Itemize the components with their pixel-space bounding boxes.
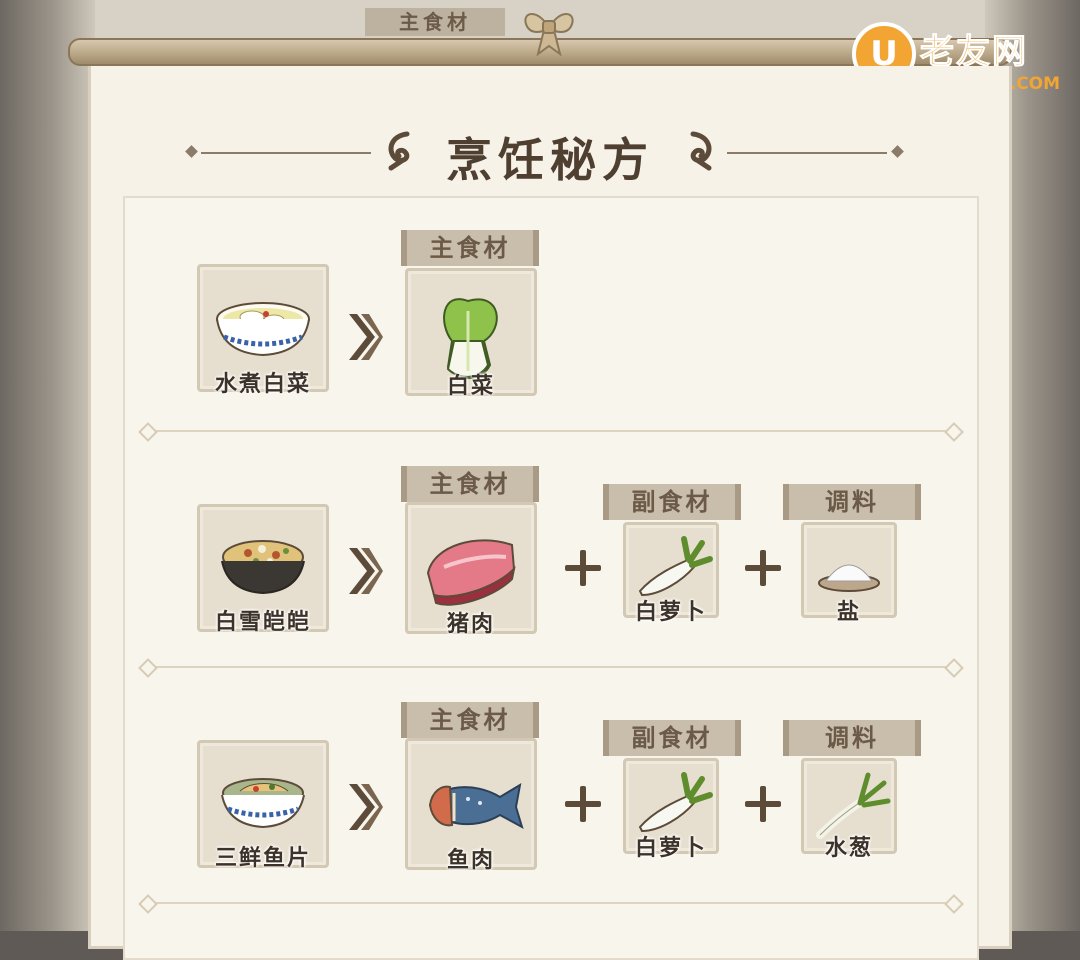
seasoning-name: 盐 — [836, 600, 861, 625]
plus-icon — [743, 784, 783, 824]
recipe-row[interactable]: 水煮白菜 主食材 白菜 — [125, 198, 977, 434]
main-ingredient-tag: 主食材 — [401, 230, 539, 266]
row-divider — [147, 666, 955, 668]
side-ingredient-name: 白萝卜 — [634, 600, 707, 625]
plus-icon — [563, 548, 603, 588]
plus-icon — [563, 784, 603, 824]
recipe-list: 水煮白菜 主食材 白菜 白雪皑皑 主食材 猪肉 副食材 白萝卜 调料 盐 三鲜鱼… — [123, 196, 979, 960]
swirl-right-icon — [683, 128, 719, 174]
row-divider — [147, 430, 955, 432]
recipe-row[interactable]: 白雪皑皑 主食材 猪肉 副食材 白萝卜 调料 盐 — [125, 434, 977, 670]
arrow-icon — [345, 544, 385, 598]
dish-name: 水煮白菜 — [214, 372, 311, 397]
dish-name: 白雪皑皑 — [214, 610, 311, 635]
row-divider — [147, 902, 955, 904]
plus-icon — [743, 548, 783, 588]
background-left — [0, 0, 95, 931]
recipe-row[interactable]: 三鲜鱼片 主食材 鱼肉 副食材 白萝卜 调料 水葱 — [125, 670, 977, 906]
main-ingredient-tag: 主食材 — [401, 466, 539, 502]
seasoning-tag: 调料 — [783, 720, 921, 756]
title-row: 烹饪秘方 — [91, 118, 1009, 188]
side-ingredient-name: 白萝卜 — [634, 836, 707, 861]
seasoning-name: 水葱 — [824, 836, 873, 861]
page-title: 烹饪秘方 — [446, 133, 654, 187]
background-tab-label: 主食材 — [365, 8, 505, 36]
dish-name: 三鲜鱼片 — [214, 846, 311, 871]
side-ingredient-tag: 副食材 — [603, 720, 741, 756]
side-ingredient-tag: 副食材 — [603, 484, 741, 520]
main-ingredient-name: 猪肉 — [446, 612, 495, 637]
main-ingredient-name: 鱼肉 — [446, 848, 495, 873]
main-ingredient-name: 白菜 — [446, 374, 495, 399]
recipe-scroll: 烹饪秘方 水煮白菜 主食材 白菜 白雪皑皑 主食材 猪肉 副食材 白萝卜 调料 … — [88, 66, 1012, 960]
seasoning-tag: 调料 — [783, 484, 921, 520]
title-deco-line-right — [727, 152, 887, 154]
ribbon-knot-icon — [518, 6, 580, 56]
main-ingredient-tag: 主食材 — [401, 702, 539, 738]
arrow-icon — [345, 310, 385, 364]
arrow-icon — [345, 780, 385, 834]
